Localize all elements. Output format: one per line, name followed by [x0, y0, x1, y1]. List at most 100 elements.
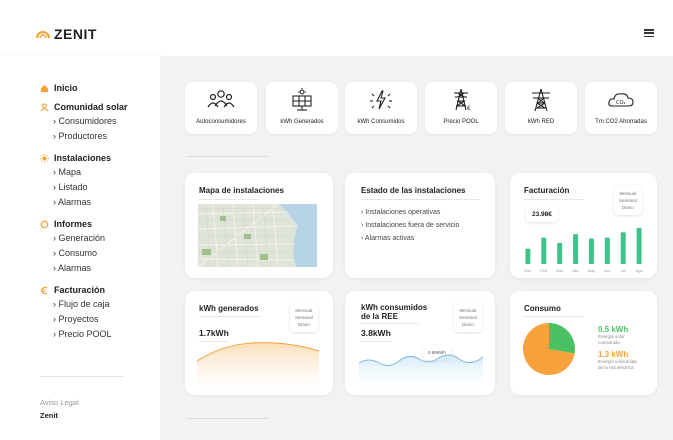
status-item-alarmas[interactable]: › Alarmas activas — [361, 232, 459, 245]
sidebar-item-consumidores[interactable]: › Consumidores — [40, 114, 128, 129]
month-label: Mar — [556, 268, 564, 273]
month-label: May — [588, 268, 596, 273]
solar-panel-icon — [292, 88, 312, 111]
hamburger-menu-icon[interactable] — [644, 29, 654, 37]
title-underline — [361, 199, 479, 200]
installations-map[interactable] — [198, 204, 317, 267]
community-icon — [40, 102, 49, 111]
sidebar-item-consumo[interactable]: › Consumo — [40, 246, 105, 261]
legend-label: Energía solar consumida — [598, 334, 625, 345]
bar — [557, 242, 563, 264]
bar — [588, 238, 594, 264]
period-option[interactable]: Diario — [459, 321, 477, 328]
bar — [604, 237, 610, 264]
card-title: kWh generados — [199, 304, 259, 313]
sidebar-item-instalaciones[interactable]: Instalaciones — [40, 151, 111, 165]
month-label: Abr — [572, 268, 579, 273]
svg-text:CO₂: CO₂ — [616, 100, 625, 106]
sidebar-item-productores[interactable]: › Productores — [40, 129, 128, 144]
sidebar-group-facturacion: Facturación › Flujo de caja › Proyectos … — [40, 283, 112, 342]
card-title: Facturación — [524, 186, 570, 195]
installations-status-card: Estado de las instalaciones › Instalacio… — [345, 173, 495, 278]
stat-label: Tm CO2 Ahorradas — [595, 119, 647, 125]
sidebar-item-flujo-de-caja[interactable]: › Flujo de caja — [40, 297, 112, 312]
legend-value: 1.3 kWh — [598, 350, 629, 359]
period-option[interactable]: Diario — [619, 204, 637, 211]
status-item-operativas[interactable]: › Instalaciones operativas — [361, 206, 459, 219]
sidebar-item-precio-pool[interactable]: › Precio POOL — [40, 327, 112, 342]
section-divider — [186, 156, 268, 157]
month-label: Ago — [636, 268, 644, 273]
period-option[interactable]: Mensual — [295, 307, 313, 314]
month-label: Jul — [621, 268, 626, 273]
card-title: Estado de las instalaciones — [361, 186, 466, 195]
stat-label: Autoconsumidores — [196, 119, 246, 125]
sidebar-group-comunidad: Comunidad solar › Consumidores › Product… — [40, 100, 128, 144]
title-underline — [361, 323, 419, 324]
sidebar-item-label: Facturación — [54, 285, 106, 295]
consumed-value: 3.8kWh — [361, 328, 391, 338]
stat-card-kwh-red[interactable]: kWh RED — [505, 82, 577, 134]
sidebar-item-informes[interactable]: Informes — [40, 217, 105, 231]
sidebar-item-facturacion[interactable]: Facturación — [40, 283, 112, 297]
period-option[interactable]: Semanal — [295, 314, 313, 321]
stat-label: Precio POOL — [443, 119, 479, 125]
period-selector[interactable]: Mensual Semanal Diario — [614, 186, 642, 215]
period-selector[interactable]: Mensual Semanal Diario — [454, 303, 482, 332]
stat-label: kWh RED — [527, 119, 555, 125]
pylon-euro-icon: € — [454, 88, 471, 112]
sun-logo-icon — [36, 31, 50, 39]
sidebar-item-mapa[interactable]: › Mapa — [40, 165, 111, 180]
consumed-ree-card: kWh consumidos de la REE Mensual Semanal… — [345, 291, 495, 395]
period-option[interactable]: Diario — [295, 321, 313, 328]
period-option[interactable]: Mensual — [459, 307, 477, 314]
refresh-icon — [40, 220, 49, 228]
period-option[interactable]: Mensual — [619, 190, 637, 197]
month-label: Jun — [604, 268, 610, 273]
sidebar-item-listado[interactable]: › Listado — [40, 180, 111, 195]
title-underline — [524, 316, 584, 317]
sidebar-item-proyectos[interactable]: › Proyectos — [40, 312, 112, 327]
map-card[interactable]: Mapa de instalaciones — [185, 173, 333, 278]
stat-card-kwh-consumidos[interactable]: kWh Consumidos — [345, 82, 417, 134]
period-option[interactable]: Semanal — [459, 314, 477, 321]
bar — [636, 227, 642, 264]
sidebar-item-comunidad-solar[interactable]: Comunidad solar — [40, 100, 128, 114]
top-bar: ZENIT — [0, 0, 673, 56]
bar — [573, 234, 579, 264]
consumption-card: Consumo 0.5 kWh Energía solar consumida 1… — [510, 291, 657, 395]
sidebar-item-alarmas[interactable]: › Alarmas — [40, 195, 111, 210]
stat-card-co2[interactable]: CO₂ Tm CO2 Ahorradas — [585, 82, 657, 134]
generated-area-chart — [197, 342, 319, 385]
card-title: Consumo — [524, 304, 561, 313]
generated-card: kWh generados Mensual Semanal Diario 1.7… — [185, 291, 333, 395]
sidebar-item-label: Informes — [54, 219, 93, 229]
bar — [620, 232, 626, 264]
sidebar-divider — [40, 376, 124, 377]
billing-bar-chart: Ene Feb Mar Abr May Jun Jul Ago — [524, 227, 644, 273]
stat-label: kWh Generados — [280, 119, 324, 125]
sidebar-item-generacion[interactable]: › Generación — [40, 231, 105, 246]
status-list: › Instalaciones operativas › Instalacion… — [361, 206, 459, 245]
value-underline — [361, 341, 391, 342]
svg-text:€: € — [467, 105, 471, 112]
status-item-fuera-servicio[interactable]: › Instalaciones fuera de servicio — [361, 219, 459, 232]
brand-logo[interactable]: ZENIT — [36, 26, 97, 42]
stat-card-kwh-generados[interactable]: kWh Generados — [266, 82, 338, 134]
pie-legend-solar: 0.5 kWh Energía solar consumida — [598, 325, 628, 345]
period-selector[interactable]: Mensual Semanal Diario — [290, 303, 318, 332]
stat-card-autoconsumidores[interactable]: Autoconsumidores — [185, 82, 257, 134]
billing-card: Facturación Mensual Semanal Diario 23.98… — [510, 173, 657, 278]
title-underline — [524, 199, 584, 200]
sidebar-item-informes-alarmas[interactable]: › Alarmas — [40, 261, 105, 276]
consumption-pie-chart — [523, 323, 576, 375]
legal-link[interactable]: Aviso Legal — [40, 398, 79, 407]
sidebar-group-informes: Informes › Generación › Consumo › Alarma… — [40, 217, 105, 276]
bar — [525, 248, 531, 264]
euro-icon — [40, 286, 48, 294]
legend-label: Energía consumida de la red eléctrica — [598, 359, 637, 370]
sidebar-item-inicio[interactable]: Inicio — [40, 81, 78, 95]
stat-card-precio-pool[interactable]: € Precio POOL — [425, 82, 497, 134]
period-option[interactable]: Semanal — [619, 197, 637, 204]
card-title: kWh consumidos de la REE — [361, 303, 428, 321]
